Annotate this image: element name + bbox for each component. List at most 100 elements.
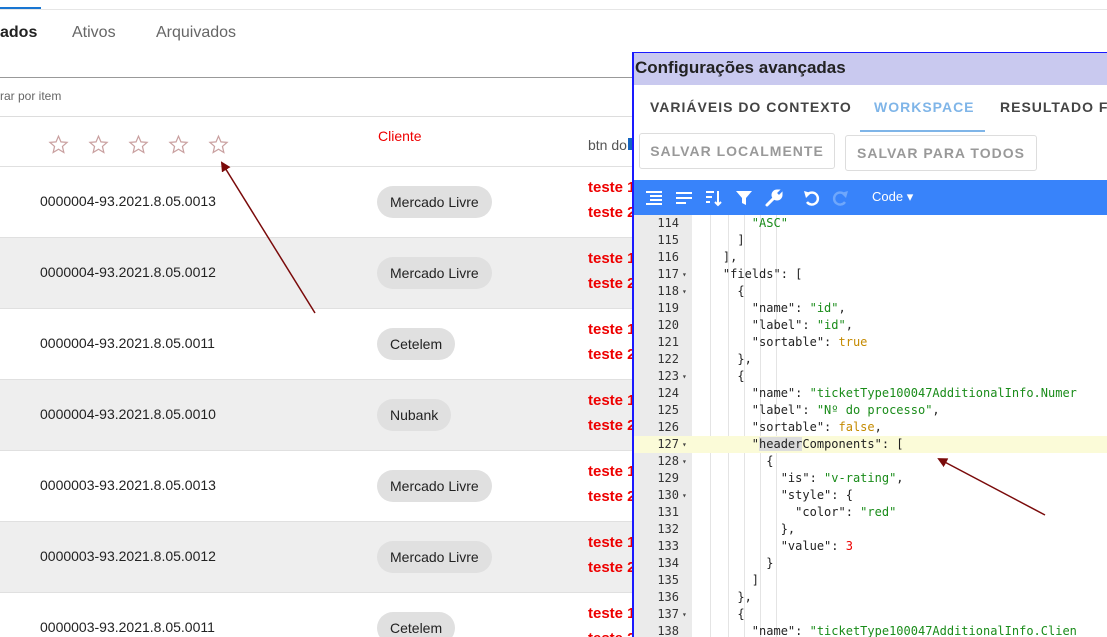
table-row[interactable]: 0000004-93.2021.8.05.0013 Mercado Livre te… bbox=[0, 166, 633, 237]
code-text: "style": { bbox=[694, 487, 853, 504]
code-token: }, bbox=[694, 352, 752, 366]
code-line[interactable]: 121 "sortable": true bbox=[634, 334, 1107, 351]
star-icon[interactable] bbox=[88, 134, 109, 155]
table-row[interactable]: 0000004-93.2021.8.05.0011 Cetelem teste 1 t… bbox=[0, 308, 633, 379]
code-line[interactable]: 117 ▾ "fields": [ bbox=[634, 266, 1107, 283]
code-line[interactable]: 131 "color": "red" bbox=[634, 504, 1107, 521]
star-icon[interactable] bbox=[168, 134, 189, 155]
line-number: 115 bbox=[657, 233, 679, 247]
code-line[interactable]: 137 ▾ { bbox=[634, 606, 1107, 623]
code-line[interactable]: 119 "name": "id", bbox=[634, 300, 1107, 317]
process-number: 0000004-93.2021.8.05.0011 bbox=[40, 335, 215, 351]
table-row[interactable]: 0000003-93.2021.8.05.0011 Cetelem teste 1 t… bbox=[0, 592, 633, 637]
code-line[interactable]: 132 }, bbox=[634, 521, 1107, 538]
tab-active-cases[interactable]: ados bbox=[0, 24, 37, 42]
code-line[interactable]: 133 "value": 3 bbox=[634, 538, 1107, 555]
code-token: " bbox=[694, 437, 760, 451]
code-line[interactable]: 122 }, bbox=[634, 351, 1107, 368]
format-icon[interactable] bbox=[644, 188, 664, 208]
resize-handle-left[interactable] bbox=[632, 438, 634, 447]
fold-toggle-icon[interactable]: ▾ bbox=[682, 266, 687, 283]
fold-toggle-icon[interactable]: ▾ bbox=[682, 453, 687, 470]
client-chip[interactable]: Mercado Livre bbox=[377, 470, 492, 502]
json-code-editor[interactable]: 114 "ASC" 115 ] 116 ], 117 ▾ "fields": [118 ▾… bbox=[634, 215, 1107, 637]
star-icon[interactable] bbox=[208, 134, 229, 155]
code-token: , bbox=[932, 403, 940, 417]
filter-input[interactable]: rar por item bbox=[0, 89, 61, 103]
test-label-1: teste 1 bbox=[588, 321, 633, 338]
code-line[interactable]: 125 "label": "Nº do processo", bbox=[634, 402, 1107, 419]
tab-ativos[interactable]: Ativos bbox=[72, 24, 116, 42]
client-chip[interactable]: Nubank bbox=[377, 399, 452, 431]
code-line[interactable]: 128 ▾ { bbox=[634, 453, 1107, 470]
test-label-2: teste 2 bbox=[588, 630, 633, 637]
fold-toggle-icon[interactable]: ▾ bbox=[682, 283, 687, 300]
star-icon[interactable] bbox=[128, 134, 149, 155]
code-line[interactable]: 130 ▾ "style": { bbox=[634, 487, 1107, 504]
header-rating[interactable] bbox=[48, 134, 229, 155]
table-row[interactable]: 0000003-93.2021.8.05.0013 Mercado Livre te… bbox=[0, 450, 633, 521]
tab-result[interactable]: RESULTADO FI bbox=[1000, 99, 1107, 115]
code-token: "ticketType100047AdditionalInfo.Numer bbox=[809, 386, 1077, 400]
tab-workspace[interactable]: WORKSPACE bbox=[874, 99, 975, 115]
code-text: } bbox=[694, 555, 773, 572]
code-line[interactable]: 134 } bbox=[634, 555, 1107, 572]
code-line[interactable]: 129 "is": "v-rating", bbox=[634, 470, 1107, 487]
screenshot-root: ados Ativos Arquivados rar por item Clie… bbox=[0, 0, 1107, 637]
editor-mode-dropdown[interactable]: Code ▾ bbox=[872, 189, 913, 205]
code-line[interactable]: 124 "name": "ticketType100047AdditionalI… bbox=[634, 385, 1107, 402]
code-text: "is": "v-rating", bbox=[694, 470, 904, 487]
client-chip[interactable]: Mercado Livre bbox=[377, 257, 492, 289]
line-number: 129 bbox=[657, 471, 679, 485]
save-local-button[interactable]: SALVAR LOCALMENTE bbox=[639, 133, 835, 169]
code-token: }, bbox=[694, 590, 752, 604]
code-line[interactable]: 118 ▾ { bbox=[634, 283, 1107, 300]
code-line[interactable]: 115 ] bbox=[634, 232, 1107, 249]
code-line[interactable]: 136 }, bbox=[634, 589, 1107, 606]
code-text: { bbox=[694, 368, 744, 385]
code-token: "name": bbox=[694, 624, 810, 637]
fold-toggle-icon[interactable]: ▾ bbox=[682, 487, 687, 504]
code-line[interactable]: 120 "label": "id", bbox=[634, 317, 1107, 334]
test-label-1: teste 1 bbox=[588, 463, 633, 480]
code-line[interactable]: 138 "name": "ticketType100047AdditionalI… bbox=[634, 623, 1107, 637]
client-chip[interactable]: Cetelem bbox=[377, 612, 456, 637]
code-line[interactable]: 135 ] bbox=[634, 572, 1107, 589]
line-number: 135 bbox=[657, 573, 679, 587]
compact-icon[interactable] bbox=[674, 188, 694, 208]
fold-toggle-icon[interactable]: ▾ bbox=[682, 436, 687, 453]
client-chip[interactable]: Mercado Livre bbox=[377, 541, 492, 573]
client-chip[interactable]: Cetelem bbox=[377, 328, 456, 360]
redo-icon[interactable] bbox=[830, 188, 850, 208]
code-line[interactable]: 127 ▾ "headerComponents": [ bbox=[634, 436, 1107, 453]
table-row[interactable]: 0000003-93.2021.8.05.0012 Mercado Livre te… bbox=[0, 521, 633, 592]
table-row[interactable]: 0000004-93.2021.8.05.0010 Nubank teste 1 te… bbox=[0, 379, 633, 450]
star-icon[interactable] bbox=[48, 134, 69, 155]
code-line[interactable]: 123 ▾ { bbox=[634, 368, 1107, 385]
dialog-title[interactable]: Configurações avançadas bbox=[634, 53, 1107, 85]
code-token: , bbox=[845, 318, 853, 332]
code-line[interactable]: 114 "ASC" bbox=[634, 215, 1107, 232]
client-chip[interactable]: Mercado Livre bbox=[377, 186, 492, 218]
undo-icon[interactable] bbox=[802, 188, 822, 208]
code-text: "name": "ticketType100047AdditionalInfo.… bbox=[694, 623, 1077, 637]
fold-toggle-icon[interactable]: ▾ bbox=[682, 606, 687, 623]
column-header-btn[interactable]: btn do bbox=[588, 137, 627, 153]
table-row[interactable]: 0000004-93.2021.8.05.0012 Mercado Livre te… bbox=[0, 237, 633, 308]
tab-context-variables[interactable]: VARIÁVEIS DO CONTEXTO bbox=[650, 99, 852, 115]
code-line[interactable]: 126 "sortable": false, bbox=[634, 419, 1107, 436]
tab-arquivados[interactable]: Arquivados bbox=[156, 24, 236, 42]
code-line[interactable]: 116 ], bbox=[634, 249, 1107, 266]
resize-handle-top-right[interactable] bbox=[1077, 52, 1086, 53]
save-all-button[interactable]: SALVAR PARA TODOS bbox=[845, 135, 1037, 171]
fold-toggle-icon[interactable]: ▾ bbox=[682, 368, 687, 385]
column-header-cliente[interactable]: Cliente bbox=[378, 128, 422, 144]
filter-icon[interactable] bbox=[734, 188, 754, 208]
repair-icon[interactable] bbox=[764, 188, 784, 208]
sort-icon[interactable] bbox=[704, 188, 724, 208]
line-number: 131 bbox=[657, 505, 679, 519]
resize-handle-top-left[interactable] bbox=[632, 52, 636, 53]
process-number: 0000003-93.2021.8.05.0012 bbox=[40, 548, 216, 564]
top-divider bbox=[0, 0, 1107, 10]
